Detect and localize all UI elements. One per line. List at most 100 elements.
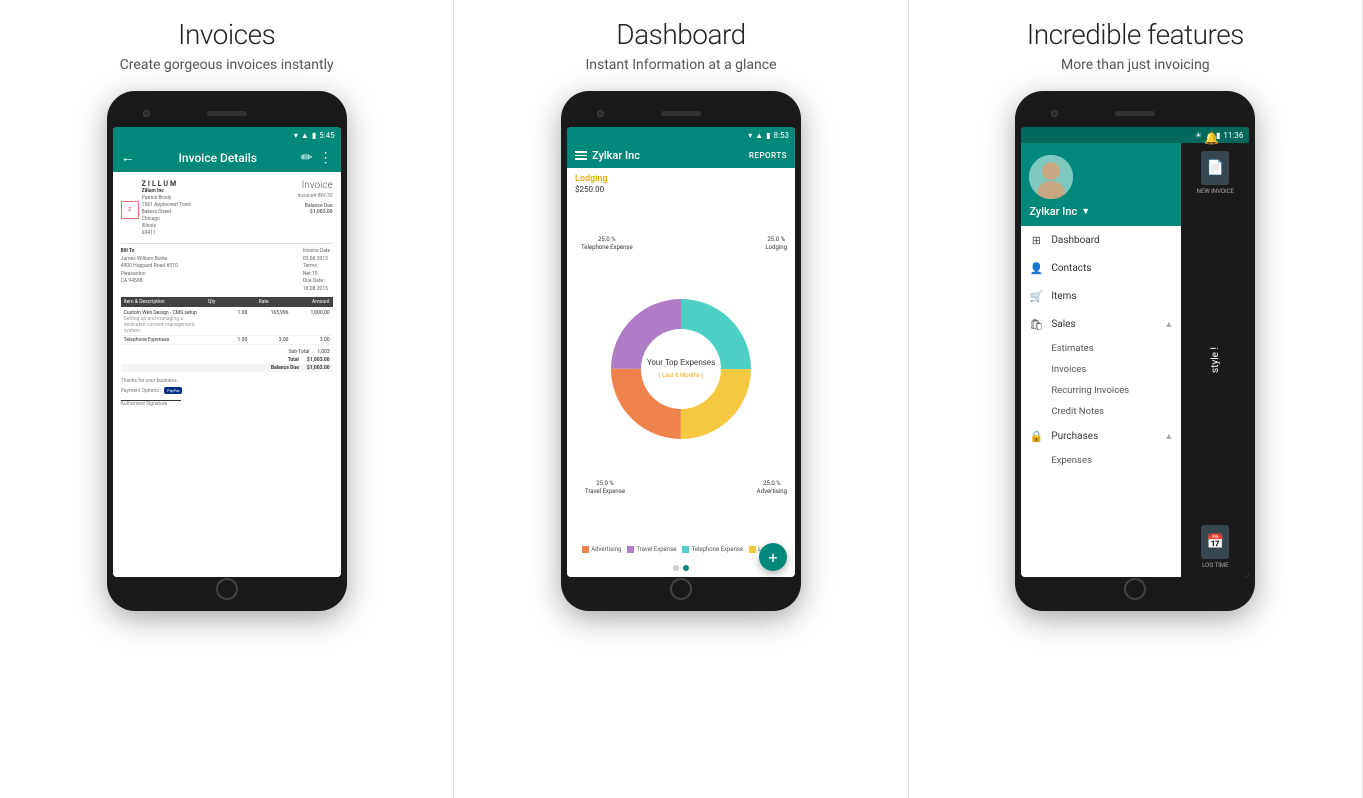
phone-top-bar-1 [113, 101, 341, 125]
section-subtitle-invoices: Create gorgeous invoices instantly [120, 57, 334, 73]
item-rate-1: 165,996 [247, 310, 288, 334]
dashboard-icon: ⊞ [1029, 233, 1043, 247]
nav-sub-label-recurring: Recurring Invoices [1051, 385, 1129, 396]
section-features: Incredible features More than just invoi… [909, 0, 1363, 798]
time-3: 11:36 [1223, 131, 1243, 140]
screen3-main: Zylkar Inc ▼ ⊞ Dashboard 👤 Contacts [1021, 143, 1249, 577]
chart-area: Your Top Expenses ( Last 6 Months ) 25.0… [567, 198, 795, 540]
invoice-divider-1 [121, 243, 333, 244]
phone-screen-1: ▾ ▲ ▮ 5:45 ← Invoice Details ✏ ⋮ Z [113, 127, 341, 577]
bill-to-state: CA 94588 [121, 278, 178, 286]
status-bar-2: ▾ ▲ ▮ 8:53 [567, 127, 795, 143]
company-name-row: Zylkar Inc ▼ [1029, 205, 1090, 218]
nav-item-contacts[interactable]: 👤 Contacts [1021, 254, 1181, 282]
home-button-3[interactable] [1124, 578, 1146, 600]
expense-amount: $250.00 [567, 184, 795, 198]
section-title-dashboard: Dashboard [616, 18, 745, 51]
contacts-icon: 👤 [1029, 261, 1043, 275]
item-qty-1: 1.00 [206, 310, 247, 334]
nav-item-purchases[interactable]: 🔒 Purchases ▲ [1021, 422, 1181, 450]
legend-dot-travel [627, 546, 634, 553]
legend-travel: Travel Expense [627, 546, 676, 553]
phone-camera-3 [1051, 110, 1058, 117]
phone-camera-1 [143, 110, 150, 117]
col-rate: Rate [259, 299, 269, 305]
invoice-date: 03.08.2015 [303, 256, 333, 264]
item-amount-1: 1,000.00 [288, 310, 329, 334]
balance-due: Balance Due $1,003.00 [297, 203, 332, 215]
nav-sub-estimates[interactable]: Estimates [1021, 338, 1181, 359]
invoice-title: Invoice [297, 180, 332, 191]
home-button-2[interactable] [670, 578, 692, 600]
donut-chart-svg: Your Top Expenses ( Last 6 Months ) [601, 289, 761, 449]
nav-sub-recurring[interactable]: Recurring Invoices [1021, 380, 1181, 401]
nav-label-contacts: Contacts [1051, 263, 1173, 274]
legend-label-travel: Travel Expense [636, 546, 676, 553]
invoice-table-header: Item & Description Qty Rate Amount [121, 297, 333, 307]
tagline-text: style ! [1210, 347, 1221, 373]
nav-item-dashboard[interactable]: ⊞ Dashboard [1021, 226, 1181, 254]
dot-1 [673, 565, 679, 571]
nav-sub-label-credit-notes: Credit Notes [1051, 406, 1104, 417]
city: Chicago [142, 216, 192, 223]
hamburger-menu-icon[interactable] [575, 151, 587, 160]
back-arrow-icon[interactable]: ← [121, 149, 135, 166]
bell-icon[interactable]: 🔔 [1204, 131, 1219, 145]
section-subtitle-features: More than just invoicing [1061, 57, 1210, 73]
payment-options-label: Payment Options : [121, 388, 162, 394]
nav-right-panel: 📄 NEW INVOICE style ! 📅 LOG TIME [1181, 143, 1249, 577]
total-value: $1,003.00 [307, 357, 330, 363]
fab-button[interactable]: + [759, 543, 787, 571]
phone-speaker-3 [1115, 111, 1155, 116]
home-button-1[interactable] [216, 578, 238, 600]
phone-invoices: ▾ ▲ ▮ 5:45 ← Invoice Details ✏ ⋮ Z [107, 91, 347, 611]
nav-sub-expenses[interactable]: Expenses [1021, 450, 1181, 471]
nav-sub-label-expenses: Expenses [1051, 455, 1092, 466]
zip: 60411 [142, 230, 192, 237]
log-time-icon[interactable]: 📅 [1201, 525, 1229, 559]
sales-expand-arrow-icon: ▲ [1164, 319, 1173, 330]
balance-label-2: Balance Due [271, 365, 299, 371]
item-desc-1: Custom Web Design - CMS setup Setting up… [124, 310, 206, 334]
nav-sub-credit-notes[interactable]: Credit Notes [1021, 401, 1181, 422]
new-invoice-icon[interactable]: 📄 [1201, 151, 1229, 185]
total-label: Total [288, 357, 299, 363]
more-icon[interactable]: ⋮ [319, 150, 333, 166]
terms: Net 15 [303, 271, 333, 279]
phone-speaker-2 [661, 111, 701, 116]
state: Illinois [142, 223, 192, 230]
legend-label-telephone: Telephone Expense [691, 546, 743, 553]
battery-icon-1: ▮ [312, 131, 316, 140]
address1: 1561 Applecrest Town [142, 202, 192, 209]
phone-dashboard: ▾ ▲ ▮ 8:53 Zylkar Inc REPORTS Lodging [561, 91, 801, 611]
dropdown-arrow-icon[interactable]: ▼ [1081, 206, 1090, 217]
bill-to-section: Bill To James William Burke 4900 Hoppard… [121, 248, 333, 293]
total-row: Total $1,003.00 [121, 356, 333, 364]
nav-item-items[interactable]: 🛒 Items [1021, 282, 1181, 310]
dashboard-app-name: Zylkar Inc [592, 149, 640, 162]
balance-value-2: $1,003.00 [307, 365, 330, 371]
wifi-icon-1: ▾ [294, 131, 298, 140]
phone-bottom-1 [113, 577, 341, 601]
bill-to-address: 4900 Hoppard Road #310 [121, 263, 178, 271]
phone-screen-2: ▾ ▲ ▮ 8:53 Zylkar Inc REPORTS Lodging [567, 127, 795, 577]
invoice-totals: Sub Total 1,003 Total $1,003.00 Balance … [121, 348, 333, 372]
reports-button[interactable]: REPORTS [749, 151, 787, 160]
phone-bottom-2 [567, 577, 795, 601]
nav-item-sales[interactable]: 🛍 Sales ▲ [1021, 310, 1181, 338]
phone-top-bar-3 [1021, 101, 1249, 125]
col-item: Item & Description [124, 299, 165, 305]
logo-name-group: ZILLUM Zillum Inc Patrick Brody 1561 App… [142, 180, 192, 239]
items-icon: 🛒 [1029, 289, 1043, 303]
new-invoice-label: NEW INVOICE [1197, 188, 1234, 195]
sales-icon: 🛍 [1029, 317, 1043, 331]
segment-label-travel: 25.0 % Travel Expense [585, 480, 625, 496]
edit-icon[interactable]: ✏ [301, 150, 313, 166]
invoice-logo-area: Z ZILLUM Zillum Inc Patrick Brody 1561 A… [121, 180, 333, 239]
nav-sub-invoices[interactable]: Invoices [1021, 359, 1181, 380]
nav-company-name: Zylkar Inc [1029, 205, 1077, 218]
invoice-app-header: ← Invoice Details ✏ ⋮ [113, 143, 341, 172]
legend-label-advertising: Advertising [591, 546, 621, 553]
section-subtitle-dashboard: Instant Information at a glance [585, 57, 776, 73]
due-date: 18.08.2015 [303, 286, 333, 294]
